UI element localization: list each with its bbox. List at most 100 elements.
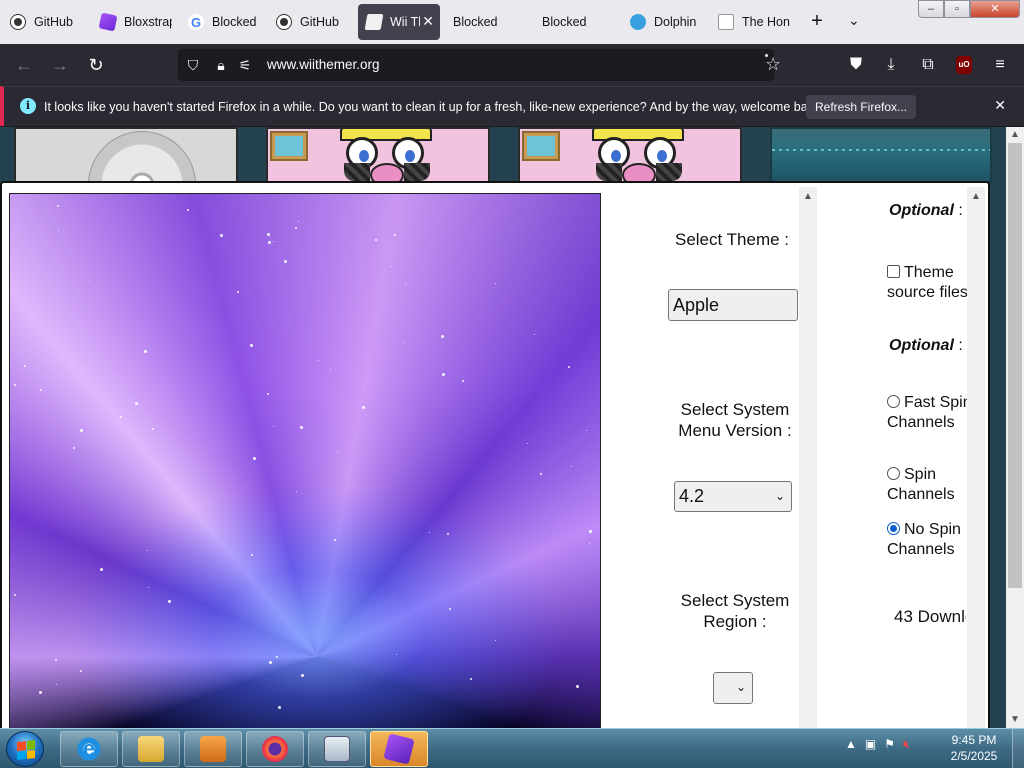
url-bar[interactable]: ⛉ 🔒︎ ⚟ www.wiithemer.org ☆ — [178, 49, 781, 81]
taskbar-bloxstrap[interactable] — [370, 731, 428, 767]
wii-icon — [364, 14, 384, 30]
star-dot — [73, 447, 75, 449]
theme-thumbnail-wario-2[interactable] — [518, 127, 742, 183]
star-dot — [298, 221, 299, 222]
taskbar-file-explorer[interactable] — [122, 731, 180, 767]
volume-muted-icon[interactable]: 🔇︎ — [903, 737, 911, 752]
download-icon[interactable]: ⤓ — [880, 54, 902, 76]
forward-button[interactable]: → — [48, 54, 72, 76]
tab-blocked-google[interactable]: G Blocked — [180, 4, 266, 40]
page-content: ▲ ▼ Select Theme : Apple Select System M… — [0, 127, 1024, 728]
star-dot — [295, 227, 297, 229]
star-dot — [276, 656, 278, 658]
network-icon[interactable]: ▣ — [865, 737, 876, 752]
radio-button-icon[interactable] — [887, 467, 900, 480]
optional-scrollbar[interactable]: ▲ — [967, 187, 985, 728]
star-dot — [144, 350, 147, 353]
tab-dolphin[interactable]: Dolphin — [622, 4, 708, 40]
star-dot — [251, 554, 253, 556]
system-menu-version-select[interactable]: 4.2 ⌄ — [674, 481, 792, 512]
windows-taskbar: e ▲ ▣ ⚑ 🔇︎ 9:45 PM 2/5/2025 — [0, 728, 1024, 768]
scrollbar-thumb[interactable] — [1008, 143, 1022, 588]
back-button[interactable]: ← — [12, 54, 36, 76]
star-dot — [337, 452, 338, 453]
new-tab-button[interactable]: + — [805, 10, 829, 33]
start-button[interactable] — [6, 731, 44, 767]
star-dot — [58, 230, 59, 231]
google-icon: G — [188, 14, 204, 30]
star-dot — [120, 416, 122, 418]
reload-button[interactable]: ↻ — [84, 54, 108, 76]
radio-fast-spin-channels[interactable]: Fast Spin Channels — [887, 393, 977, 433]
close-tab-icon[interactable]: ✕ — [422, 13, 434, 30]
extensions-icon[interactable]: ⧉ — [917, 54, 939, 76]
permissions-icon[interactable]: ⚟ — [236, 56, 254, 74]
minimize-button[interactable]: – — [918, 0, 944, 18]
close-notification-icon[interactable]: ✕ — [994, 97, 1006, 114]
refresh-firefox-button[interactable]: Refresh Firefox... — [806, 95, 916, 119]
tab-strip: GitHub Bloxstrap G Blocked GitHub Wii Th… — [0, 0, 1024, 44]
star-dot — [375, 239, 377, 241]
theme-thumbnail-teal[interactable] — [770, 127, 992, 183]
taskbar-calculator[interactable] — [308, 731, 366, 767]
tab-github-1[interactable]: GitHub — [2, 4, 86, 40]
tab-the-home[interactable]: The Hon — [710, 4, 794, 40]
taskbar-firefox[interactable] — [246, 731, 304, 767]
picture-frame-icon — [270, 131, 308, 161]
star-dot — [100, 568, 103, 571]
radio-button-icon[interactable] — [887, 395, 900, 408]
radio-spin-channels[interactable]: Spin Channels — [887, 465, 977, 505]
star-dot — [586, 430, 587, 431]
options-scrollbar[interactable]: ▲ — [799, 187, 817, 728]
tab-github-2[interactable]: GitHub — [268, 4, 354, 40]
maximize-button[interactable]: ▫ — [944, 0, 970, 18]
tab-bloxstrap[interactable]: Bloxstrap — [92, 4, 172, 40]
chevron-down-icon: ⌄ — [735, 680, 746, 694]
page-scrollbar[interactable]: ▲ ▼ — [1006, 127, 1024, 728]
scroll-up-arrow-icon[interactable]: ▲ — [967, 191, 985, 202]
menu-icon[interactable]: ≡ — [989, 54, 1011, 76]
window-controls: – ▫ ✕ — [918, 0, 1020, 20]
lock-icon[interactable]: 🔒︎ — [212, 56, 230, 74]
system-clock[interactable]: 9:45 PM 2/5/2025 — [942, 732, 1006, 764]
radio-no-spin-channels[interactable]: No Spin Channels — [887, 520, 977, 560]
show-desktop-button[interactable] — [1012, 729, 1024, 768]
tab-blocked-1[interactable]: Blocked — [444, 4, 530, 40]
bookmark-star-icon[interactable]: ☆ — [765, 54, 781, 74]
close-window-button[interactable]: ✕ — [970, 0, 1020, 18]
tab-wii-themer[interactable]: Wii Th ✕ — [358, 4, 440, 40]
system-region-select[interactable]: ⌄ — [713, 672, 753, 704]
tab-label: GitHub — [34, 15, 73, 29]
pocket-icon[interactable]: ⛊ — [845, 54, 867, 76]
theme-input[interactable]: Apple — [668, 289, 798, 321]
star-dot — [250, 344, 253, 347]
star-dot — [589, 543, 590, 544]
taskbar-internet-explorer[interactable]: e — [60, 731, 118, 767]
shield-icon[interactable]: ⛉ — [184, 56, 202, 74]
github-icon — [276, 14, 292, 30]
ublock-origin-icon[interactable]: uO — [956, 56, 972, 74]
star-dot — [253, 457, 256, 460]
theme-thumbnail-wario-1[interactable] — [266, 127, 490, 183]
theme-thumbnail-disc[interactable] — [14, 127, 238, 183]
taskbar-media-player[interactable] — [184, 731, 242, 767]
star-dot — [449, 608, 451, 610]
star-dot — [135, 402, 138, 405]
radio-button-selected-icon[interactable] — [887, 522, 900, 535]
list-all-tabs-button[interactable]: ⌄ — [848, 12, 860, 29]
scroll-up-arrow-icon[interactable]: ▲ — [799, 191, 817, 202]
show-hidden-icons-icon[interactable]: ▲ — [845, 737, 857, 752]
star-dot — [80, 670, 82, 672]
select-theme-label: Select Theme : — [674, 230, 790, 249]
star-dot — [300, 426, 303, 429]
scroll-down-arrow-icon[interactable]: ▼ — [1006, 712, 1024, 728]
checkbox-icon[interactable] — [887, 265, 900, 278]
optional-label: Optional : — [889, 202, 963, 219]
action-center-flag-icon[interactable]: ⚑ — [884, 737, 895, 752]
scroll-up-arrow-icon[interactable]: ▲ — [1006, 127, 1024, 143]
star-dot — [80, 429, 83, 432]
url-text[interactable]: www.wiithemer.org — [267, 57, 380, 72]
star-dot — [540, 473, 542, 475]
tab-blocked-2[interactable]: Blocked — [533, 4, 619, 40]
bloxstrap-icon — [383, 733, 415, 765]
